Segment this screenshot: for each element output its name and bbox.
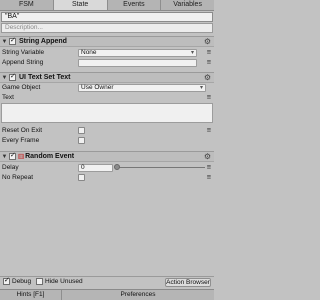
action-enable-checkbox[interactable]: [9, 72, 16, 81]
variable-toggle-icon[interactable]: ≡: [207, 126, 211, 135]
debug-checkbox[interactable]: [3, 276, 10, 285]
bottom-toolbar: Debug Hide Unused Action Browser: [0, 276, 214, 287]
prop-row: String Variable None ≡: [0, 48, 214, 57]
action-title: UI Text Set Text: [19, 74, 71, 81]
prop-label: Reset On Exit: [2, 127, 43, 134]
tab-state[interactable]: State: [53, 0, 108, 10]
prop-row: No Repeat ≡: [0, 173, 214, 182]
hide-unused-label: Hide Unused: [45, 278, 83, 285]
triangle-down-icon[interactable]: ▼: [1, 39, 8, 45]
prop-label: Append String: [2, 59, 44, 66]
preferences-button[interactable]: Preferences: [62, 290, 214, 300]
gear-icon[interactable]: ⚙: [204, 74, 211, 82]
variable-toggle-icon[interactable]: ≡: [207, 93, 211, 102]
delay-slider-thumb[interactable]: [114, 164, 120, 170]
variable-toggle-icon[interactable]: ≡: [207, 48, 211, 57]
triangle-down-icon[interactable]: ▼: [1, 154, 8, 160]
action-enable-checkbox[interactable]: [9, 151, 16, 160]
action-enable-checkbox[interactable]: [9, 36, 16, 45]
action-title: String Append: [19, 38, 67, 45]
string-variable-dropdown[interactable]: None: [78, 48, 197, 57]
hide-unused-checkbox[interactable]: [36, 278, 43, 285]
action-header-string-append[interactable]: ▼ String Append ⚙: [0, 36, 214, 47]
prop-label: No Repeat: [2, 174, 34, 181]
description-field[interactable]: Description...: [1, 23, 213, 33]
variable-toggle-icon[interactable]: ≡: [207, 173, 211, 182]
action-title: Random Event: [25, 153, 75, 160]
prop-label: Game Object: [2, 84, 41, 91]
append-string-input[interactable]: [78, 58, 197, 67]
delay-input[interactable]: 0: [78, 163, 113, 172]
every-frame-checkbox[interactable]: [78, 137, 85, 144]
triangle-down-icon[interactable]: ▼: [1, 75, 8, 81]
tab-events[interactable]: Events: [108, 0, 162, 10]
delay-slider-track[interactable]: [117, 167, 205, 168]
prop-label: String Variable: [2, 49, 45, 56]
prop-row: Game Object Use Owner: [0, 83, 214, 92]
state-name-field[interactable]: "BA": [1, 12, 213, 22]
action-header-random-event[interactable]: ▼ ⚅ Random Event ⚙: [0, 151, 214, 162]
tab-bar: FSM State Events Variables: [0, 0, 214, 11]
prop-row: Text ≡: [0, 93, 214, 102]
prop-row: Every Frame: [0, 136, 214, 145]
tab-variables[interactable]: Variables: [161, 0, 214, 10]
prop-label: Text: [2, 94, 14, 101]
hints-button[interactable]: Hints [F1]: [0, 290, 62, 300]
dice-icon: ⚅: [18, 152, 25, 161]
variable-toggle-icon[interactable]: ≡: [207, 163, 211, 172]
no-repeat-checkbox[interactable]: [78, 174, 85, 181]
gear-icon[interactable]: ⚙: [204, 38, 211, 46]
text-area[interactable]: [1, 103, 213, 123]
prop-row: Delay 0 ≡: [0, 163, 214, 172]
variable-toggle-icon[interactable]: ≡: [207, 58, 211, 67]
prop-row: Append String ≡: [0, 58, 214, 67]
footer-bar: Hints [F1] Preferences: [0, 289, 214, 300]
game-object-dropdown[interactable]: Use Owner: [78, 83, 206, 92]
tab-fsm[interactable]: FSM: [0, 0, 54, 10]
gear-icon[interactable]: ⚙: [204, 153, 211, 161]
prop-label: Delay: [2, 164, 19, 171]
prop-row: Reset On Exit ≡: [0, 126, 214, 135]
reset-on-exit-checkbox[interactable]: [78, 127, 85, 134]
debug-label: Debug: [12, 278, 32, 285]
prop-label: Every Frame: [2, 137, 40, 144]
action-browser-button[interactable]: Action Browser: [165, 278, 211, 287]
action-header-ui-text-set-text[interactable]: ▼ UI Text Set Text ⚙: [0, 72, 214, 83]
